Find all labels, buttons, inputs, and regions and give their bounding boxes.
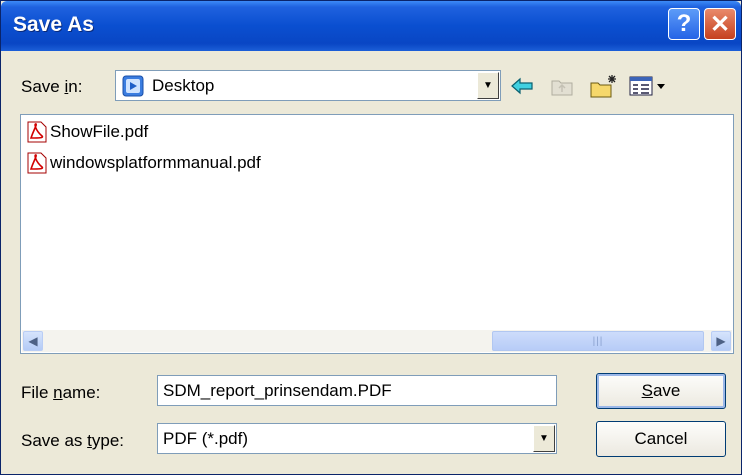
file-name-value: SDM_report_prinsendam.PDF — [163, 381, 392, 400]
save-in-dropdown[interactable]: Desktop ▼ — [115, 70, 501, 101]
pdf-file-icon — [27, 121, 47, 143]
back-button[interactable] — [506, 73, 538, 99]
save-as-type-value: PDF (*.pdf) — [163, 428, 249, 448]
help-button[interactable]: ? — [668, 8, 700, 40]
chevron-right-icon: ▶ — [716, 334, 726, 348]
save-as-type-label: Save as type: — [21, 431, 125, 450]
list-item[interactable]: ShowFile.pdf — [27, 120, 148, 144]
horizontal-scrollbar[interactable]: ◀ ||| ▶ — [22, 330, 732, 352]
dropdown-arrow-icon: ▼ — [539, 433, 549, 444]
list-item[interactable]: windowsplatformmanual.pdf — [27, 151, 261, 175]
scroll-right-button[interactable]: ▶ — [711, 331, 731, 351]
title-bar[interactable]: Save As ? ✕ — [1, 1, 741, 51]
scroll-thumb[interactable]: ||| — [492, 331, 704, 351]
file-name-label: File name: — [21, 383, 101, 402]
file-list[interactable]: ShowFile.pdf windowsplatformmanual.pdf ◀… — [20, 114, 734, 354]
up-folder-icon — [551, 80, 573, 96]
save-in-label: Save in: — [21, 77, 83, 96]
file-name-text: ShowFile.pdf — [50, 122, 149, 141]
save-in-value: Desktop — [152, 75, 215, 95]
save-as-dialog: Save As ? ✕ Save in: Desktop ▼ ShowFile.… — [0, 0, 742, 475]
save-in-dropdown-button[interactable]: ▼ — [477, 72, 499, 99]
file-name-input[interactable]: SDM_report_prinsendam.PDF — [157, 375, 557, 406]
back-arrow-icon — [511, 77, 533, 95]
pdf-file-icon — [27, 152, 47, 174]
new-folder-button[interactable] — [587, 73, 621, 99]
close-button[interactable]: ✕ — [704, 8, 736, 40]
scroll-left-button[interactable]: ◀ — [23, 331, 43, 351]
views-menu-icon — [629, 76, 665, 96]
file-name-text: windowsplatformmanual.pdf — [50, 153, 261, 172]
cancel-button[interactable]: Cancel — [596, 421, 726, 457]
save-as-type-dropdown[interactable]: PDF (*.pdf) ▼ — [157, 423, 557, 454]
window-title: Save As — [13, 13, 94, 36]
new-folder-icon — [590, 75, 616, 98]
up-folder-button[interactable] — [547, 73, 577, 99]
desktop-icon — [122, 75, 144, 97]
save-button[interactable]: Save — [596, 373, 726, 409]
dropdown-arrow-icon: ▼ — [483, 80, 493, 91]
chevron-left-icon: ◀ — [28, 334, 38, 348]
save-as-type-dropdown-button[interactable]: ▼ — [533, 425, 555, 452]
views-menu-button[interactable] — [627, 73, 671, 99]
grip-icon: ||| — [592, 335, 604, 347]
